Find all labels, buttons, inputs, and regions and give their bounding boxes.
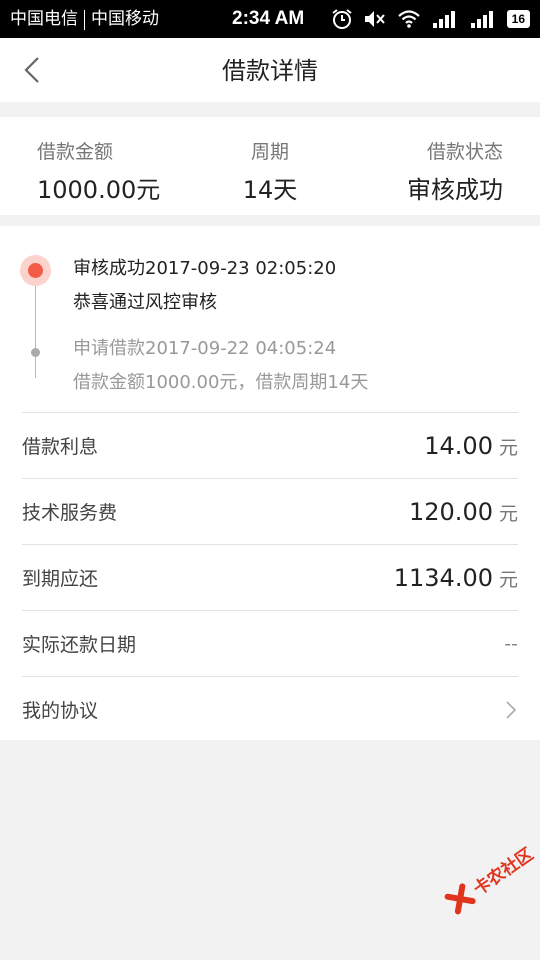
due-label: 到期应还 <box>22 568 99 590</box>
timeline-item-approved: 审核成功2017-09-23 02:05:20 恭喜通过风控审核 <box>73 254 336 314</box>
service-fee-value: 120.00 <box>409 497 493 526</box>
carrier-2: 中国移动 <box>91 9 159 28</box>
due-amount: 1134.00 元 <box>394 564 518 592</box>
nav-bar: 借款详情 <box>0 38 540 102</box>
watermark-text: 卡农社区 <box>469 844 537 900</box>
loan-summary: 借款金额 1000.00元 周期 14天 借款状态 审核成功 <box>0 117 540 215</box>
interest-label: 借款利息 <box>22 436 99 458</box>
fee-rows: 借款利息 14.00 元 技术服务费 120.00 元 到期应还 1134.00 元 … <box>0 412 540 742</box>
clock: 2:34 AM <box>232 8 305 29</box>
interest-amount: 14.00 元 <box>424 432 518 460</box>
page-title: 借款详情 <box>222 57 318 85</box>
timeline-item-applied: 申请借款2017-09-22 04:05:24 借款金额1000.00元，借款周… <box>73 334 368 394</box>
watermark: 卡农社区 <box>438 833 540 923</box>
service-fee-amount: 120.00 元 <box>409 498 518 526</box>
due-value: 1134.00 <box>393 563 493 592</box>
carrier-info: 中国电信 中国移动 <box>10 0 159 38</box>
timeline-desc: 借款金额1000.00元，借款周期14天 <box>73 372 369 393</box>
carrier-1: 中国电信 <box>10 9 78 28</box>
actual-repay-date-row: 实际还款日期 -- <box>22 610 518 676</box>
due-unit: 元 <box>498 568 518 591</box>
battery-indicator: 16 <box>506 10 530 28</box>
status-column: 借款状态 审核成功 <box>407 137 503 205</box>
status-icons: 16 <box>331 0 530 38</box>
status-bar: 中国电信 中国移动 2:34 AM 16 <box>0 0 540 38</box>
wifi-icon <box>397 10 420 28</box>
timeline-title: 审核成功2017-09-23 02:05:20 <box>73 258 337 279</box>
service-fee-row: 技术服务费 120.00 元 <box>22 478 518 544</box>
interest-row: 借款利息 14.00 元 <box>22 412 518 478</box>
status-value: 审核成功 <box>407 176 503 204</box>
interest-value: 14.00 <box>424 431 493 460</box>
status-label: 借款状态 <box>426 141 503 163</box>
signal-icon-2 <box>470 11 493 28</box>
timeline-active-dot <box>20 255 51 286</box>
interest-unit: 元 <box>498 436 518 459</box>
due-amount-row: 到期应还 1134.00 元 <box>22 544 518 610</box>
timeline-dot <box>31 348 40 357</box>
service-fee-label: 技术服务费 <box>22 502 118 524</box>
service-fee-unit: 元 <box>498 502 518 525</box>
my-agreement-row[interactable]: 我的协议 <box>22 676 518 742</box>
carrier-divider <box>84 9 85 30</box>
signal-icon-1 <box>432 11 455 28</box>
actual-repay-label: 实际还款日期 <box>22 634 137 656</box>
mute-icon <box>364 11 385 27</box>
alarm-icon <box>332 9 352 29</box>
actual-repay-value: -- <box>504 632 518 655</box>
details-card: 审核成功2017-09-23 02:05:20 恭喜通过风控审核 申请借款201… <box>0 226 540 740</box>
timeline-line <box>35 278 36 378</box>
chevron-right-icon <box>506 700 517 719</box>
timeline-title: 申请借款2017-09-22 04:05:24 <box>73 338 337 359</box>
timeline-desc: 恭喜通过风控审核 <box>73 292 217 313</box>
agreement-label: 我的协议 <box>22 700 99 722</box>
